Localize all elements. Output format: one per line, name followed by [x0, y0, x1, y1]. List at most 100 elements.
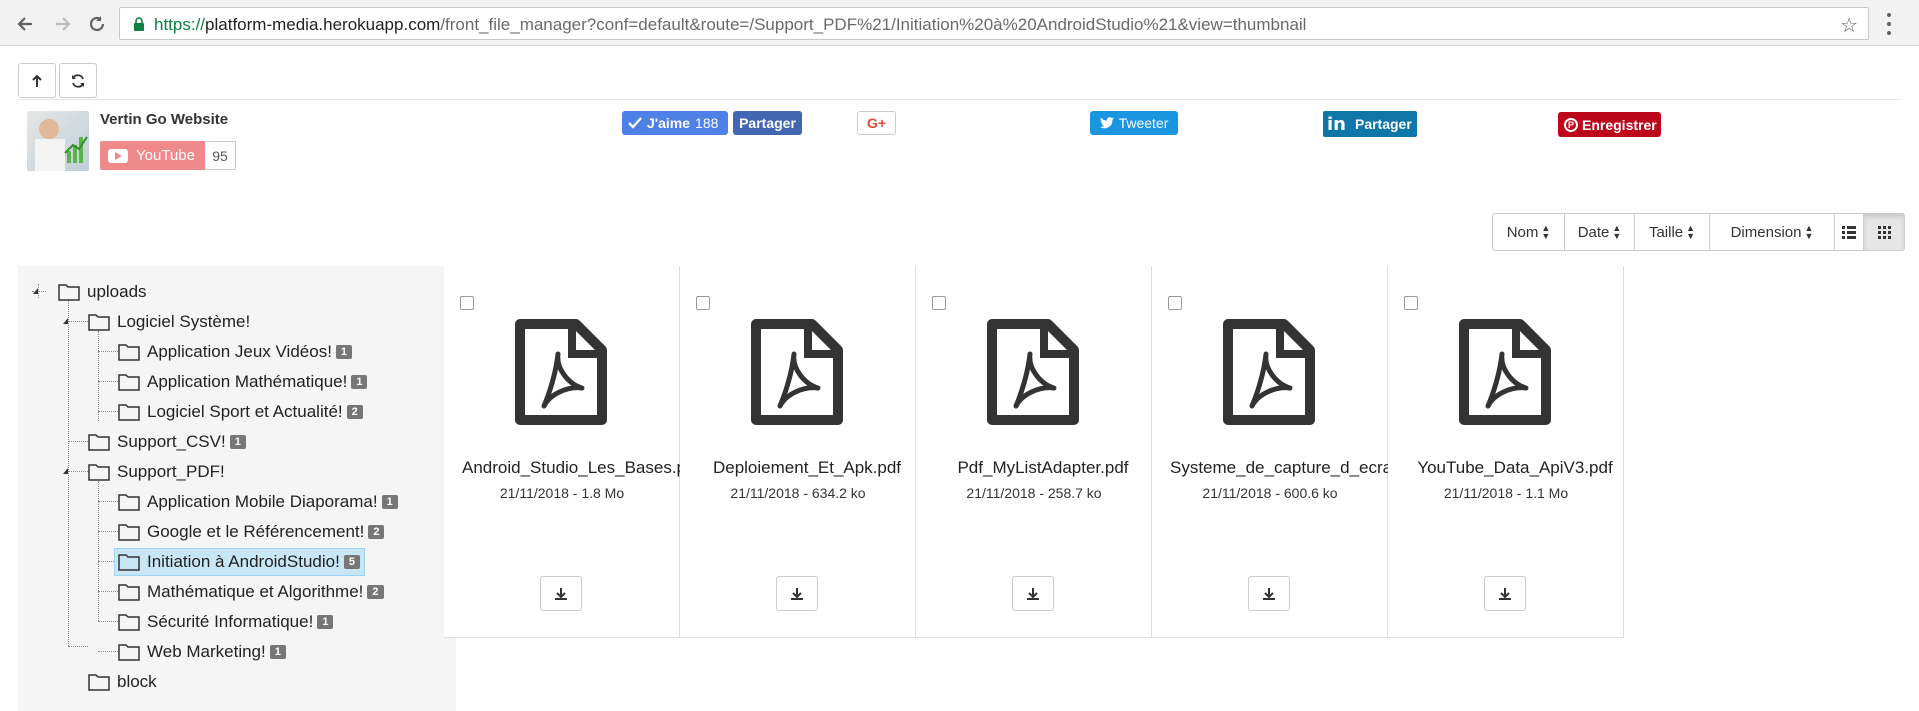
tree-connector — [98, 411, 118, 412]
download-button[interactable] — [776, 576, 818, 611]
file-card[interactable]: Systeme_de_capture_d_ecran.pdf 21/11/201… — [1152, 266, 1388, 638]
sort-by-dimension-button[interactable]: Dimension ▲ ▼ — [1710, 214, 1835, 250]
folder-icon — [88, 434, 110, 451]
collapse-arrow-icon[interactable] — [33, 288, 38, 294]
folder-icon — [118, 344, 140, 361]
file-name[interactable]: YouTube_Data_ApiV3.pdf — [1406, 458, 1624, 478]
file-meta: 21/11/2018 - 634.2 ko — [730, 485, 866, 501]
sort-by-name-button[interactable]: Nom ▲ ▼ — [1493, 214, 1565, 250]
tree-node[interactable]: Web Marketing! 1 — [118, 638, 286, 666]
lock-icon — [134, 17, 144, 31]
count-badge: 1 — [351, 375, 368, 389]
tree-node[interactable]: Logiciel Sport et Actualité! 2 — [118, 398, 363, 426]
toolbar-divider — [18, 99, 1901, 100]
tree-node-uploads[interactable]: uploads — [58, 278, 147, 306]
browser-menu-icon[interactable] — [1886, 13, 1892, 35]
tree-node-selected[interactable]: Initiation à AndroidStudio! 5 — [114, 548, 365, 576]
file-card[interactable]: Android_Studio_Les_Bases.pdf 21/11/2018 … — [444, 266, 680, 638]
list-view-button[interactable] — [1835, 214, 1864, 250]
tree-node[interactable]: Logiciel Système! — [88, 308, 250, 336]
tree-node[interactable]: Mathématique et Algorithme! 2 — [118, 578, 384, 606]
tree-node[interactable]: Application Mobile Diaporama! 1 — [118, 488, 398, 516]
file-name[interactable]: Deploiement_Et_Apk.pdf — [698, 458, 916, 478]
folder-icon — [88, 674, 110, 691]
sort-icon: ▲ ▼ — [1804, 223, 1814, 241]
back-arrow-icon[interactable] — [12, 11, 38, 37]
count-badge: 2 — [346, 405, 363, 419]
pinterest-save-button[interactable]: P Enregistrer — [1558, 112, 1661, 137]
download-button[interactable] — [1012, 576, 1054, 611]
collapse-arrow-icon[interactable] — [63, 318, 68, 324]
file-name[interactable]: Android_Studio_Les_Bases.pdf — [462, 458, 680, 478]
google-plus-button[interactable]: G+ — [857, 111, 896, 135]
file-name[interactable]: Systeme_de_capture_d_ecran.pdf — [1170, 458, 1388, 478]
folder-icon — [118, 374, 140, 391]
tree-node[interactable]: Sécurité Informatique! 1 — [118, 608, 334, 636]
channel-name[interactable]: Vertin Go Website — [100, 111, 228, 128]
address-bar[interactable]: https://platform-media.herokuapp.com/fro… — [119, 7, 1869, 40]
forward-arrow-icon[interactable] — [50, 11, 76, 37]
file-checkbox[interactable] — [460, 296, 474, 310]
download-icon — [1263, 587, 1275, 600]
download-button[interactable] — [540, 576, 582, 611]
download-button[interactable] — [1484, 576, 1526, 611]
tree-connector — [98, 591, 118, 592]
count-badge: 1 — [269, 645, 286, 659]
sort-icon: ▲ ▼ — [1612, 223, 1622, 241]
tree-node[interactable]: block — [88, 668, 157, 696]
refresh-button[interactable] — [59, 63, 97, 98]
tweet-button[interactable]: Tweeter — [1090, 111, 1178, 135]
linkedin-share-button[interactable]: in Partager — [1323, 111, 1417, 137]
count-badge: 2 — [368, 525, 385, 539]
bookmark-star-icon[interactable]: ☆ — [1840, 13, 1858, 38]
reload-icon[interactable] — [84, 11, 110, 37]
parent-folder-button[interactable] — [18, 63, 56, 98]
folder-icon — [118, 494, 140, 511]
file-meta: 21/11/2018 - 1.8 Mo — [499, 485, 625, 501]
count-badge: 1 — [317, 615, 334, 629]
file-meta: 21/11/2018 - 1.1 Mo — [1443, 485, 1569, 501]
folder-icon — [88, 314, 110, 331]
file-checkbox[interactable] — [696, 296, 710, 310]
channel-avatar[interactable] — [27, 111, 89, 171]
file-meta: 21/11/2018 - 600.6 ko — [1202, 485, 1338, 501]
thumbnail-view-button[interactable] — [1864, 214, 1904, 250]
facebook-share-button[interactable]: Partager — [733, 111, 802, 135]
pdf-file-icon — [751, 319, 843, 425]
download-button[interactable] — [1248, 576, 1290, 611]
sort-by-size-button[interactable]: Taille ▲ ▼ — [1635, 214, 1710, 250]
count-badge: 1 — [335, 345, 353, 359]
tree-node[interactable]: Application Jeux Vidéos! 1 — [118, 338, 353, 366]
folder-icon — [118, 644, 140, 661]
file-checkbox[interactable] — [1404, 296, 1418, 310]
tree-connector — [98, 331, 99, 421]
pdf-file-icon — [1459, 319, 1551, 425]
folder-tree: uploads Logiciel Système! Application Je… — [18, 266, 456, 711]
tree-node[interactable]: Support_CSV! 1 — [88, 428, 246, 456]
file-card[interactable]: Deploiement_Et_Apk.pdf 21/11/2018 - 634.… — [680, 266, 916, 638]
tree-node[interactable]: Application Mathématique! 1 — [118, 368, 368, 396]
url-text: https://platform-media.herokuapp.com/fro… — [154, 15, 1307, 34]
file-card[interactable]: Pdf_MyListAdapter.pdf 21/11/2018 - 258.7… — [916, 266, 1152, 638]
tree-node[interactable]: Support_PDF! — [88, 458, 225, 486]
tree-connector — [68, 471, 88, 472]
file-name[interactable]: Pdf_MyListAdapter.pdf — [934, 458, 1152, 478]
tree-node[interactable]: Google et le Référencement! 2 — [118, 518, 385, 546]
twitter-bird-icon — [1099, 117, 1114, 129]
tree-connector — [68, 646, 88, 647]
download-icon — [1027, 587, 1039, 600]
file-card[interactable]: YouTube_Data_ApiV3.pdf 21/11/2018 - 1.1 … — [1388, 266, 1624, 638]
youtube-subscribe-button[interactable]: YouTube — [100, 141, 206, 170]
collapse-arrow-icon[interactable] — [63, 468, 68, 474]
file-meta: 21/11/2018 - 258.7 ko — [966, 485, 1102, 501]
file-checkbox[interactable] — [932, 296, 946, 310]
tree-connector — [98, 501, 118, 502]
download-icon — [555, 587, 567, 600]
facebook-like-button[interactable]: J'aime 188 — [622, 111, 728, 135]
folder-icon — [118, 584, 140, 601]
count-badge: 1 — [229, 435, 246, 449]
sort-by-date-button[interactable]: Date ▲ ▼ — [1565, 214, 1635, 250]
level-up-icon — [32, 74, 42, 87]
list-icon — [1842, 225, 1856, 239]
file-checkbox[interactable] — [1168, 296, 1182, 310]
